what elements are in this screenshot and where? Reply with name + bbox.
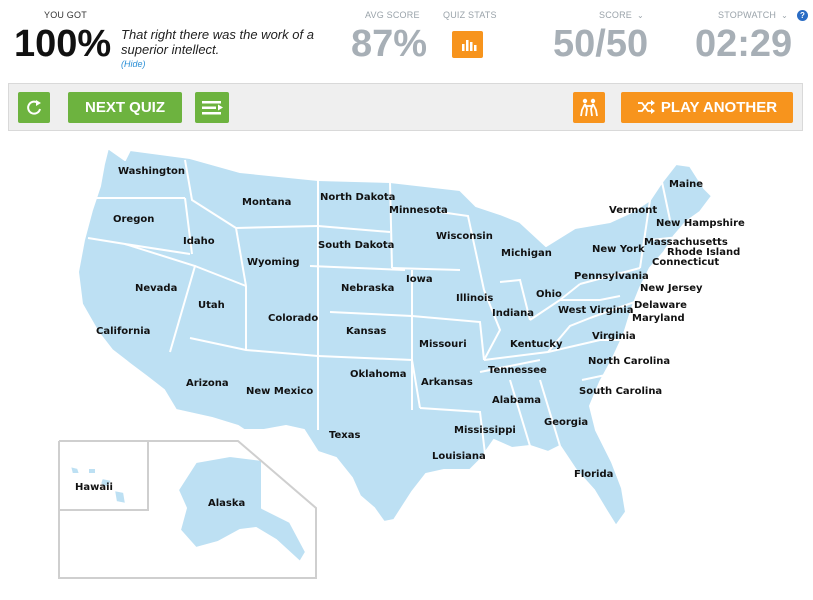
chevron-down-icon: ⌄ bbox=[637, 11, 644, 20]
question-icon[interactable]: ? bbox=[797, 10, 808, 21]
state-label-virginia: Virginia bbox=[592, 331, 636, 342]
state-label-idaho: Idaho bbox=[183, 236, 215, 247]
state-label-vermont: Vermont bbox=[609, 205, 657, 216]
state-label-pennsylvania: Pennsylvania bbox=[574, 271, 649, 282]
state-label-georgia: Georgia bbox=[544, 417, 588, 428]
state-label-new-mexico: New Mexico bbox=[246, 386, 313, 397]
state-label-north-carolina: North Carolina bbox=[588, 356, 670, 367]
state-label-montana: Montana bbox=[242, 197, 291, 208]
state-label-tennessee: Tennessee bbox=[488, 365, 547, 376]
hide-message-link[interactable]: (Hide) bbox=[121, 59, 146, 69]
state-label-south-dakota: South Dakota bbox=[318, 240, 394, 251]
avg-score-value: 87% bbox=[351, 23, 428, 65]
state-label-new-hampshire: New Hampshire bbox=[656, 218, 745, 229]
restart-icon bbox=[27, 100, 41, 115]
state-label-connecticut: Connecticut bbox=[652, 257, 719, 268]
play-another-label: PLAY ANOTHER bbox=[660, 99, 778, 116]
state-label-kentucky: Kentucky bbox=[510, 339, 563, 350]
challenge-icon bbox=[580, 98, 598, 117]
state-label-texas: Texas bbox=[329, 430, 360, 441]
state-label-arizona: Arizona bbox=[186, 378, 229, 389]
state-label-west-virginia: West Virginia bbox=[558, 305, 633, 316]
state-label-hawaii: Hawaii bbox=[75, 482, 113, 493]
state-label-michigan: Michigan bbox=[501, 248, 552, 259]
state-label-ohio: Ohio bbox=[536, 289, 562, 300]
result-message: That right there was the work of a super… bbox=[121, 27, 314, 57]
score-value: 50/50 bbox=[553, 23, 649, 65]
stopwatch-label: STOPWATCH bbox=[718, 10, 777, 20]
score-label: SCORE bbox=[599, 10, 633, 20]
state-label-missouri: Missouri bbox=[419, 339, 467, 350]
state-label-south-carolina: South Carolina bbox=[579, 386, 662, 397]
state-label-alaska: Alaska bbox=[208, 498, 245, 509]
playlist-icon bbox=[202, 101, 223, 115]
state-label-nebraska: Nebraska bbox=[341, 283, 394, 294]
state-label-wisconsin: Wisconsin bbox=[436, 231, 493, 242]
state-label-oklahoma: Oklahoma bbox=[350, 369, 406, 380]
bar-chart-icon bbox=[462, 40, 477, 51]
avg-score-label: AVG SCORE bbox=[365, 10, 420, 20]
chevron-down-icon: ⌄ bbox=[781, 11, 789, 20]
state-label-florida: Florida bbox=[574, 469, 613, 480]
state-label-nevada: Nevada bbox=[135, 283, 177, 294]
state-label-california: California bbox=[96, 326, 150, 337]
state-label-utah: Utah bbox=[198, 300, 225, 311]
state-label-minnesota: Minnesota bbox=[389, 205, 448, 216]
state-label-wyoming: Wyoming bbox=[247, 257, 300, 268]
stopwatch-dropdown[interactable]: STOPWATCH ⌄ bbox=[718, 10, 788, 20]
state-label-mississippi: Mississippi bbox=[454, 425, 516, 436]
state-label-washington: Washington bbox=[118, 166, 185, 177]
restart-button[interactable] bbox=[18, 92, 50, 123]
state-label-colorado: Colorado bbox=[268, 313, 318, 324]
state-label-oregon: Oregon bbox=[113, 214, 154, 225]
state-label-indiana: Indiana bbox=[492, 308, 534, 319]
state-label-kansas: Kansas bbox=[346, 326, 386, 337]
state-label-rhode-island: Rhode Island bbox=[667, 247, 740, 258]
quiz-stats-label: QUIZ STATS bbox=[443, 10, 497, 20]
state-label-north-dakota: North Dakota bbox=[320, 192, 395, 203]
state-label-maine: Maine bbox=[669, 179, 703, 190]
quiz-toolbar: NEXT QUIZ PLAY ANOTHER bbox=[8, 83, 803, 131]
you-got-label: YOU GOT bbox=[44, 10, 87, 20]
result-percent: 100% bbox=[14, 23, 112, 65]
stopwatch-value: 02:29 bbox=[695, 23, 793, 65]
state-label-new-jersey: New Jersey bbox=[640, 283, 703, 294]
challenge-button[interactable] bbox=[573, 92, 605, 123]
state-label-illinois: Illinois bbox=[456, 293, 493, 304]
play-another-button[interactable]: PLAY ANOTHER bbox=[621, 92, 793, 123]
state-label-louisiana: Louisiana bbox=[432, 451, 486, 462]
score-dropdown[interactable]: SCORE ⌄ bbox=[599, 10, 644, 20]
state-label-iowa: Iowa bbox=[406, 274, 433, 285]
state-label-new-york: New York bbox=[592, 244, 645, 255]
quiz-stats-button[interactable] bbox=[452, 31, 483, 58]
next-quiz-button[interactable]: NEXT QUIZ bbox=[68, 92, 182, 123]
shuffle-icon bbox=[637, 100, 655, 114]
state-label-delaware: Delaware bbox=[634, 300, 687, 311]
state-label-arkansas: Arkansas bbox=[421, 377, 473, 388]
us-map-svg: Washington Oregon California Idaho Nevad… bbox=[58, 147, 745, 579]
stats-header: YOU GOT 100% That right there was the wo… bbox=[0, 0, 813, 80]
playlist-button[interactable] bbox=[195, 92, 229, 123]
us-map: Washington Oregon California Idaho Nevad… bbox=[0, 135, 813, 595]
state-label-massachusetts: Massachusetts bbox=[644, 237, 728, 248]
state-label-alabama: Alabama bbox=[492, 395, 541, 406]
state-label-maryland: Maryland bbox=[632, 313, 685, 324]
